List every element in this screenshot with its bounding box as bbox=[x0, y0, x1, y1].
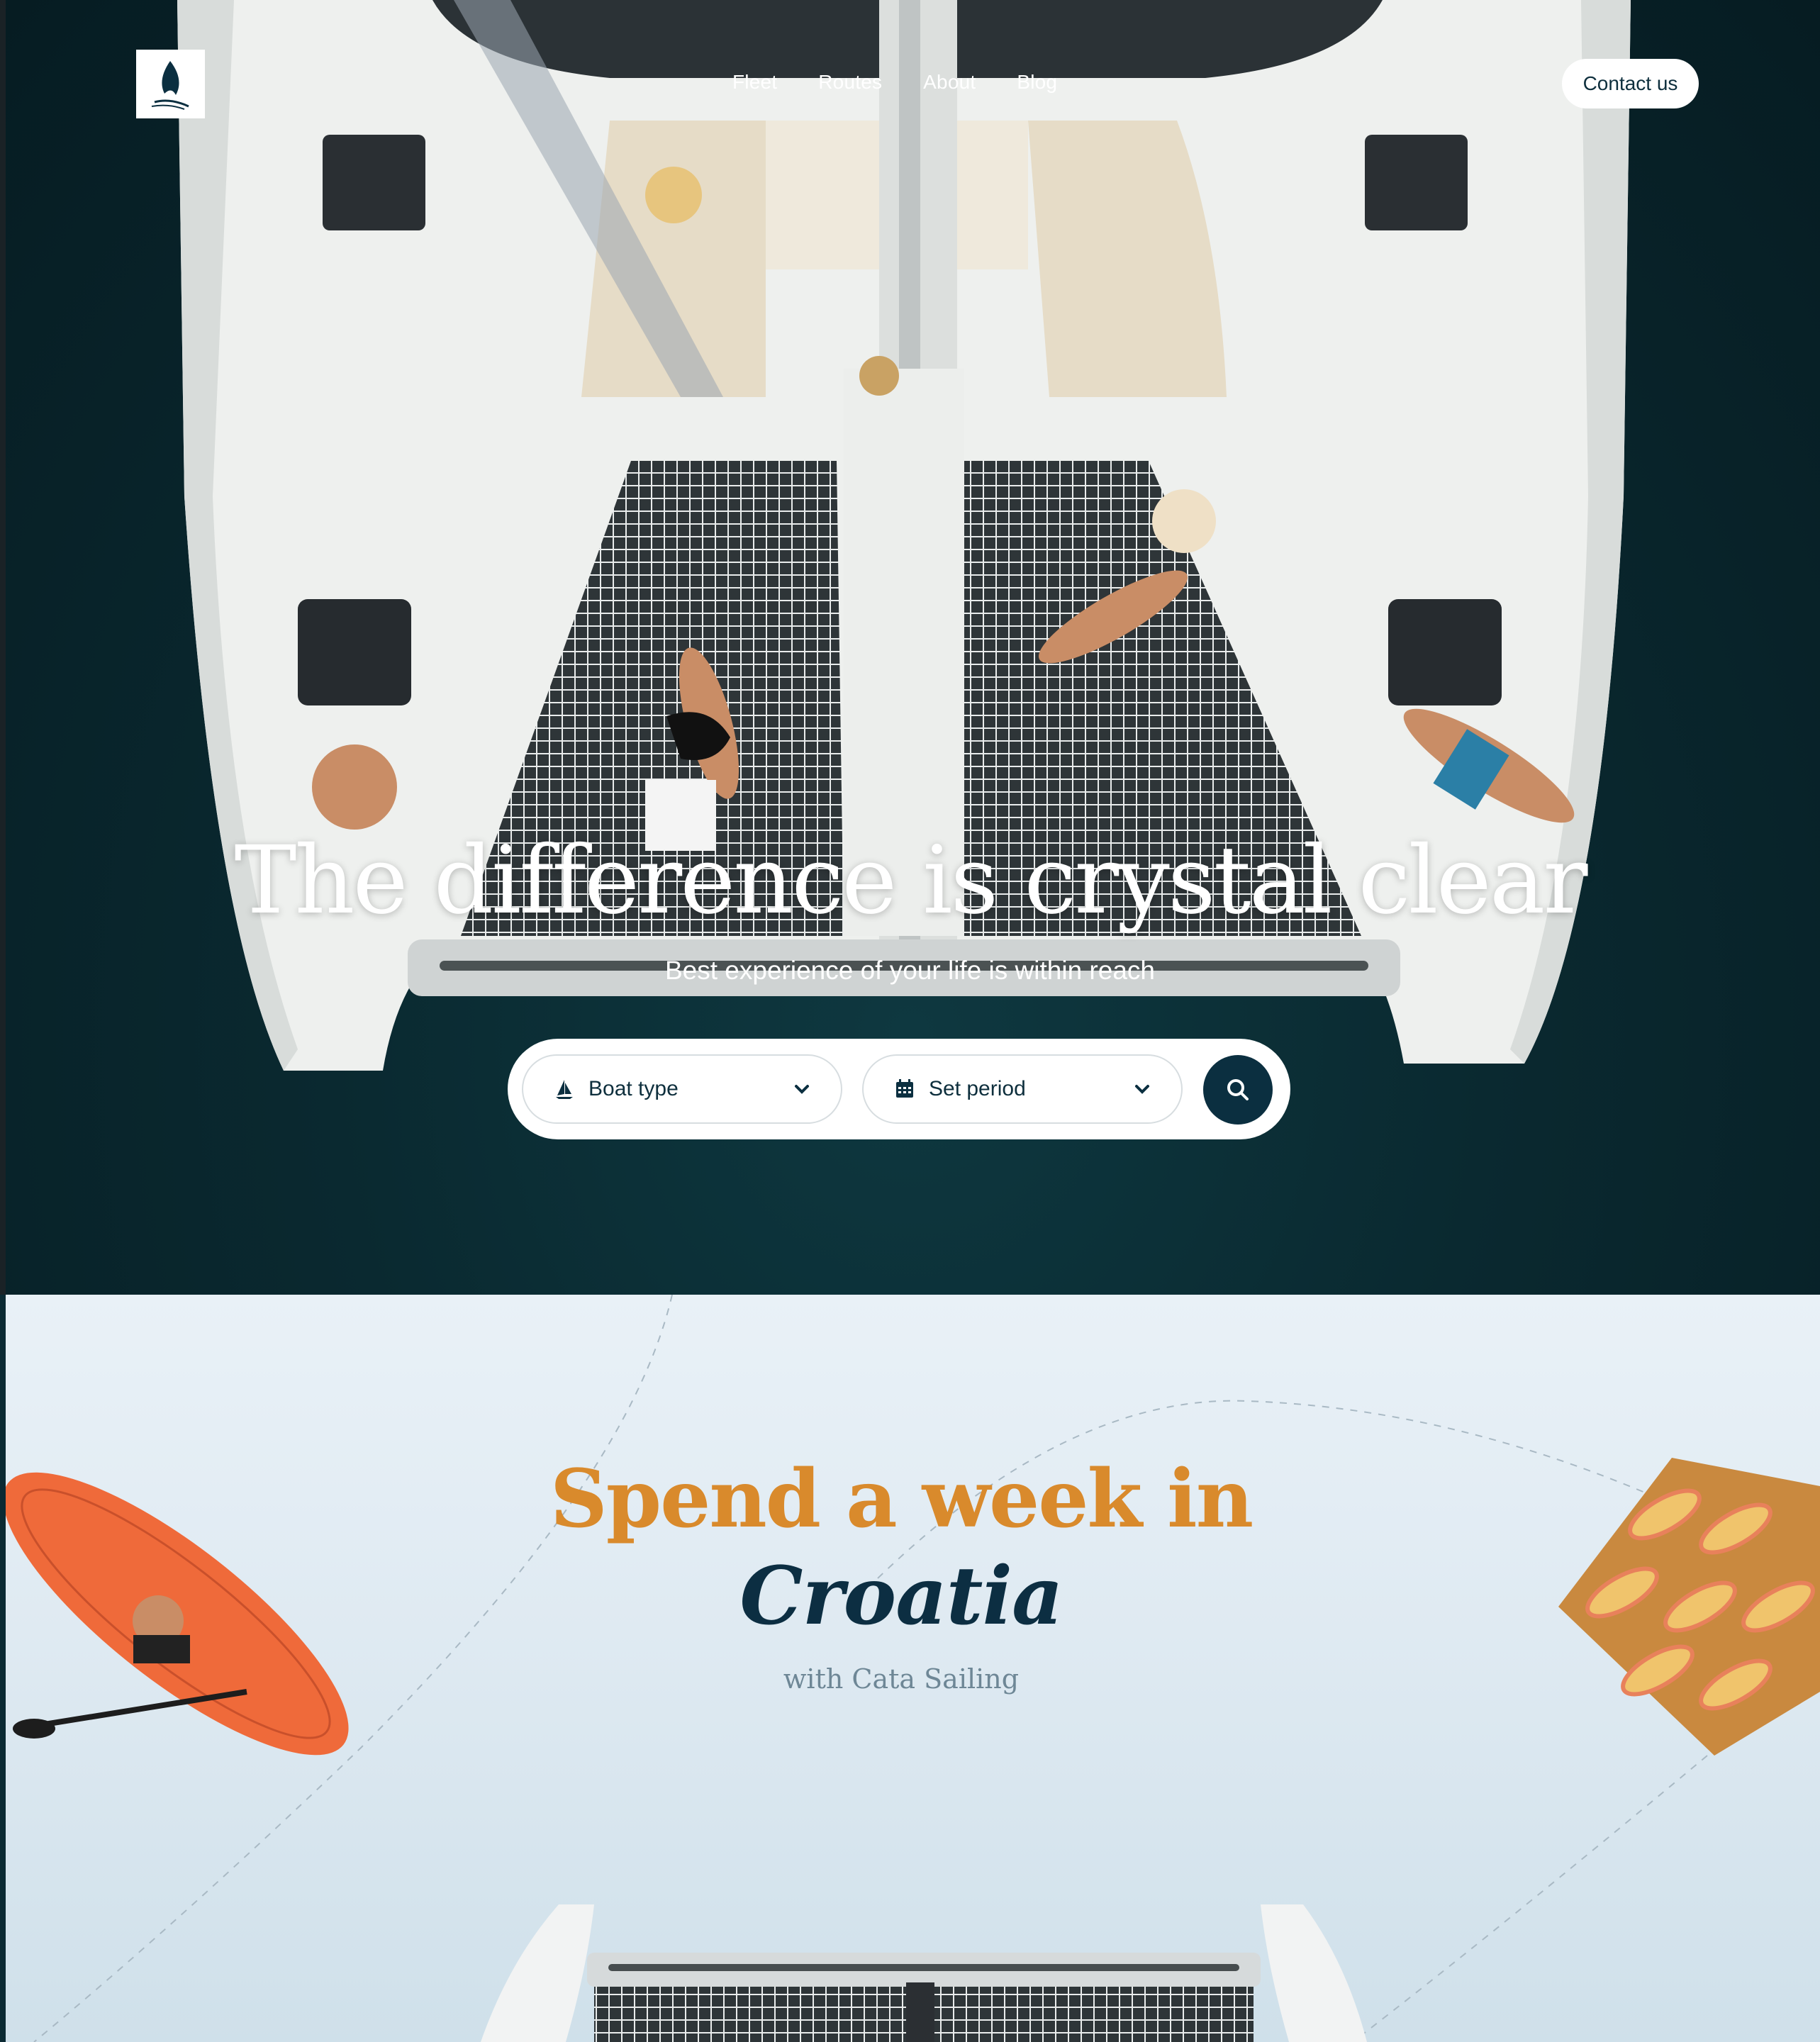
section-subtitle: with Cata Sailing bbox=[783, 1663, 1020, 1695]
nav-link-blog[interactable]: Blog bbox=[1017, 71, 1057, 94]
contact-us-button[interactable]: Contact us bbox=[1562, 59, 1699, 108]
period-label: Set period bbox=[929, 1077, 1026, 1100]
croatia-section: Spend a week in Croatia with Cata Sailin… bbox=[6, 1295, 1820, 2042]
main-nav: Fleet Routes About Blog bbox=[732, 71, 1057, 94]
page-edge bbox=[0, 0, 6, 1295]
nav-link-fleet[interactable]: Fleet bbox=[732, 71, 777, 94]
hero-subtitle: Best experience of your life is within r… bbox=[664, 956, 1155, 985]
nav-link-about[interactable]: About bbox=[923, 71, 976, 94]
sailboat-icon bbox=[556, 1080, 573, 1099]
nav-link-routes[interactable]: Routes bbox=[818, 71, 882, 94]
calendar-icon bbox=[896, 1079, 913, 1098]
search-button[interactable] bbox=[1203, 1055, 1273, 1125]
catamaran-bow-image bbox=[481, 1904, 1367, 2042]
sail-logo-icon bbox=[151, 60, 189, 110]
period-select[interactable]: Set period bbox=[862, 1054, 1183, 1124]
section-heading-line2: Croatia bbox=[739, 1550, 1063, 1643]
boat-type-select[interactable]: Boat type bbox=[522, 1054, 842, 1124]
hero-section: Fleet Routes About Blog Contact us The d… bbox=[0, 0, 1820, 1295]
search-icon bbox=[1227, 1079, 1249, 1100]
chevron-down-icon bbox=[795, 1085, 809, 1094]
hero-title: The difference is crystal clear bbox=[234, 826, 1587, 935]
boat-type-label: Boat type bbox=[588, 1077, 679, 1100]
chevron-down-icon bbox=[1135, 1085, 1149, 1094]
search-bar: Boat type Set period bbox=[508, 1039, 1290, 1139]
section-heading-line1: Spend a week in bbox=[549, 1453, 1254, 1546]
site-logo[interactable] bbox=[136, 50, 205, 118]
